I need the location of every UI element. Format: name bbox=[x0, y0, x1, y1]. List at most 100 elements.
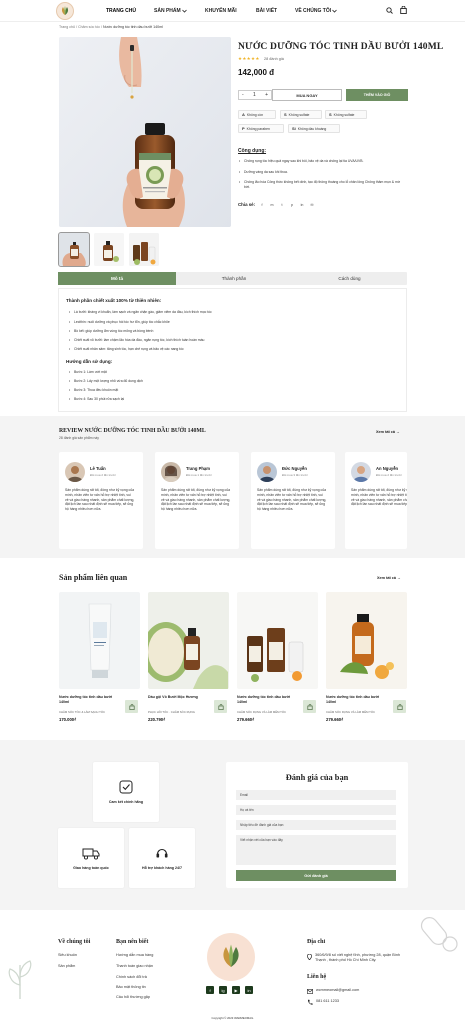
footer-link[interactable]: Thanh toán giao nhận bbox=[116, 964, 153, 968]
linkedin-icon[interactable]: in bbox=[299, 202, 305, 208]
product-card-image[interactable] bbox=[148, 592, 229, 689]
qty-decrease-button[interactable]: - bbox=[242, 92, 244, 98]
ingredients-heading: Thành phần chiết xuất 100% từ thiên nhiê… bbox=[66, 298, 162, 303]
product-card-name[interactable]: Dầu gội Vỏ Bưởi Mộc Hương bbox=[148, 695, 204, 700]
footer-link[interactable]: Sản phẩm bbox=[58, 964, 75, 968]
product-card-name[interactable]: Nước dưỡng tóc tinh dầu bưởi 140ml bbox=[59, 695, 115, 704]
footer-address-heading: Địa chỉ bbox=[307, 939, 326, 945]
howto-step: Bước 4: Sau 30 phút rửa sạch lại bbox=[69, 397, 124, 401]
reviewer-name: Đức Nguyễn bbox=[282, 466, 307, 471]
footer-about-heading: Về chúng tôi bbox=[58, 939, 91, 945]
facebook-icon[interactable]: f bbox=[259, 202, 265, 208]
ingredient-item: Chiết xuất vỏ bưởi: làm chậm lão hóa da … bbox=[69, 338, 204, 342]
rating-stars: ★★★★★ bbox=[238, 56, 260, 61]
add-to-cart-icon-button[interactable] bbox=[214, 700, 227, 713]
howto-step: Bước 2: Lấy một lượng nhỏ vừa đủ dung dị… bbox=[69, 379, 143, 383]
feature-badge-label: Không paraben bbox=[246, 126, 270, 131]
tab-description[interactable]: Mô tả bbox=[58, 272, 176, 285]
see-all-label: Xem tất cả bbox=[376, 430, 395, 434]
usage-item: Chống rụng tóc hiệu quả ngay sau khi bôi… bbox=[239, 159, 406, 164]
product-card-image[interactable] bbox=[326, 592, 407, 689]
feature-badge-label: Không dầu khoáng bbox=[297, 126, 327, 131]
footer-link[interactable]: Câu hỏi thường gặp bbox=[116, 995, 150, 999]
review-card: Trang Phạm Đã mua 1 lần trước Sản phẩm d… bbox=[155, 452, 239, 549]
search-icon[interactable] bbox=[386, 7, 393, 14]
email-field[interactable]: Email bbox=[236, 790, 396, 800]
linkedin-icon[interactable]: in bbox=[245, 986, 253, 994]
reviewer-name: Trang Phạm bbox=[186, 466, 210, 471]
add-to-cart-button[interactable]: THÊM VÀO GIỎ bbox=[346, 89, 408, 101]
tab-how-to-use[interactable]: Cách dùng bbox=[292, 272, 407, 285]
tab-ingredients[interactable]: Thành phần bbox=[176, 272, 292, 285]
pinterest-icon[interactable]: p bbox=[289, 202, 295, 208]
howto-step: Bước 1: Làm ướt mặt bbox=[69, 370, 107, 374]
mail-icon bbox=[307, 989, 313, 996]
breadcrumb-separator: / bbox=[101, 25, 103, 29]
reviews-subtitle: 28 đánh giá sản phẩm này bbox=[59, 436, 99, 440]
cart-icon[interactable] bbox=[400, 6, 407, 14]
quantity-stepper: - 1 + bbox=[238, 90, 272, 100]
add-to-cart-icon-button[interactable] bbox=[125, 700, 138, 713]
avatar bbox=[351, 462, 371, 482]
howto-step: Bước 3: Thoa đều khuôn mặt bbox=[69, 388, 118, 392]
reviewer-meta: Đã mua 1 lần trước bbox=[186, 473, 212, 477]
qty-increase-button[interactable]: + bbox=[265, 92, 268, 98]
reviewer-meta: Đã mua 3 lần trước bbox=[282, 473, 308, 477]
review-subject-field[interactable]: Nhập tiêu đề đánh giá của bạn bbox=[236, 820, 396, 830]
footer-email[interactable]: wcmmeomail@gmail.com bbox=[316, 988, 359, 992]
feature-badge-icon: Si bbox=[292, 126, 296, 131]
footer-link[interactable]: Bảo mật thông tin bbox=[116, 985, 146, 989]
breadcrumb-category[interactable]: Chăm sóc tóc bbox=[78, 25, 100, 29]
review-message-field[interactable]: Viết nhận xét của bạn vào đây bbox=[236, 835, 396, 865]
related-see-all-link[interactable]: Xem tất cả → bbox=[377, 576, 401, 580]
reviews-see-all-link[interactable]: Xem tất cả → bbox=[376, 430, 400, 434]
add-to-cart-icon-button[interactable] bbox=[393, 700, 406, 713]
product-card-category: CHĂM SÓC RỤNG VÀ LÀM MỀM TÓC bbox=[237, 710, 287, 714]
messenger-icon[interactable]: m bbox=[269, 202, 275, 208]
buy-now-button[interactable]: MUA NGAY bbox=[272, 89, 342, 101]
product-main-image[interactable] bbox=[59, 37, 231, 227]
product-card-name[interactable]: Nước dưỡng tóc tinh dầu bưởi 140ml bbox=[326, 695, 382, 704]
product-card-name[interactable]: Nước dưỡng tóc tinh dầu bưởi 140ml bbox=[237, 695, 293, 704]
submit-review-button[interactable]: Gửi đánh giá bbox=[236, 870, 396, 881]
service-label: Hỗ trợ khách hàng 24/7 bbox=[142, 865, 182, 870]
nav-products[interactable]: SẢN PHẨM bbox=[154, 8, 187, 14]
instagram-icon[interactable]: ig bbox=[219, 986, 227, 994]
twitter-icon[interactable]: t bbox=[279, 202, 285, 208]
rating-count[interactable]: 28 đánh giá bbox=[264, 57, 284, 61]
footer-logo[interactable] bbox=[207, 933, 255, 981]
footer-link[interactable]: Hướng dẫn mua hàng bbox=[116, 953, 153, 957]
youtube-icon[interactable]: ▶ bbox=[232, 986, 240, 994]
nav-promotions[interactable]: KHUYẾN MÃI bbox=[205, 8, 237, 14]
footer-link[interactable]: Chính sách đổi trả bbox=[116, 975, 147, 979]
footer-link[interactable]: Siêu khuôn bbox=[58, 953, 77, 957]
name-field[interactable]: Họ và tên bbox=[236, 805, 396, 815]
add-to-cart-icon-button[interactable] bbox=[303, 700, 316, 713]
qty-value[interactable]: 1 bbox=[253, 92, 256, 98]
nav-products-label: SẢN PHẨM bbox=[154, 8, 181, 14]
product-thumbnail[interactable] bbox=[129, 233, 159, 266]
footer-phone[interactable]: 081 611 1233 bbox=[316, 999, 339, 1003]
breadcrumb-home[interactable]: Trang chủ bbox=[59, 25, 75, 29]
product-card-image[interactable] bbox=[59, 592, 140, 689]
footer-help-heading: Bạn nên biết bbox=[116, 939, 149, 945]
feature-badge-label: Không cồn bbox=[246, 112, 264, 117]
brand-logo[interactable] bbox=[56, 2, 74, 20]
product-thumbnail[interactable] bbox=[94, 233, 124, 266]
product-thumbnail[interactable] bbox=[58, 232, 90, 267]
facebook-icon[interactable]: f bbox=[206, 986, 214, 994]
breadcrumb-separator: / bbox=[76, 25, 78, 29]
service-box: Hỗ trợ khách hàng 24/7 bbox=[129, 828, 195, 888]
breadcrumb: Trang chủ / Chăm sóc tóc / Nước dưỡng tó… bbox=[59, 25, 163, 29]
mail-icon[interactable]: ✉ bbox=[309, 202, 315, 208]
howto-heading: Hướng dẫn sử dụng: bbox=[66, 359, 113, 364]
nav-about[interactable]: VỀ CHÚNG TÔI bbox=[295, 8, 337, 14]
nav-home[interactable]: TRANG CHỦ bbox=[106, 8, 136, 14]
arrow-right-icon: → bbox=[396, 430, 400, 434]
product-card-image[interactable] bbox=[237, 592, 318, 689]
nav-articles-label: BÀI VIẾT bbox=[256, 8, 278, 14]
nav-articles[interactable]: BÀI VIẾT bbox=[256, 8, 277, 14]
related-products-title: Sản phẩm liên quan bbox=[59, 573, 128, 582]
ingredient-item: Lecithin: nuôi dưỡng và phục hồi tóc hư … bbox=[69, 320, 170, 324]
nav-home-label: TRANG CHỦ bbox=[106, 8, 136, 14]
